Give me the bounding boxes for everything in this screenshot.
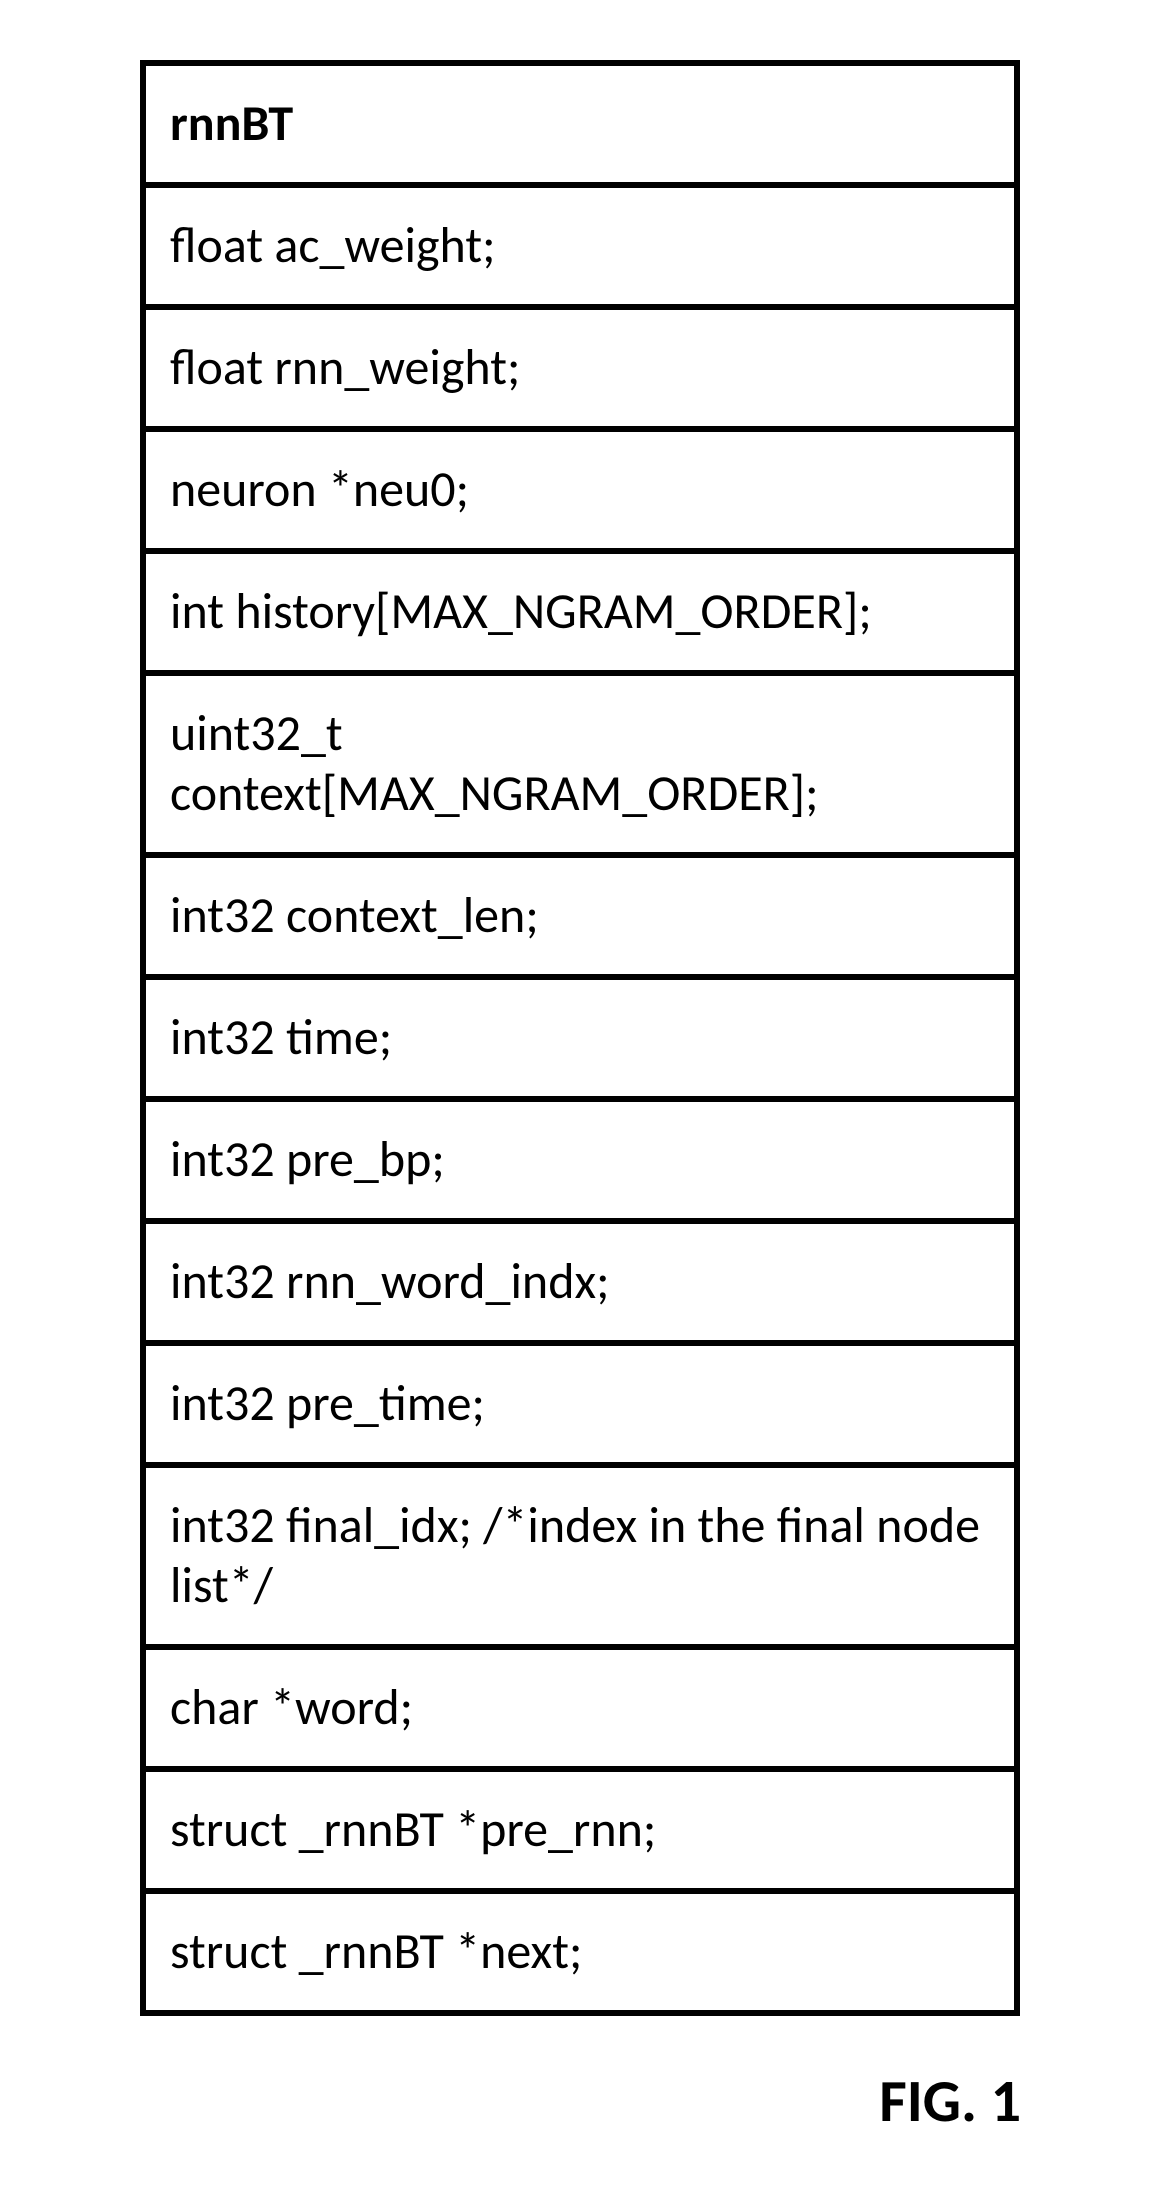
struct-member-row: int history[MAX_NGRAM_ORDER]; <box>146 554 1014 676</box>
struct-member-row: int32 pre_bp; <box>146 1102 1014 1224</box>
figure-label: FIG. 1 <box>879 2065 1021 2138</box>
struct-member-row: int32 time; <box>146 980 1014 1102</box>
struct-member: int32 rnn_word_indx; <box>170 1251 610 1312</box>
struct-member: int history[MAX_NGRAM_ORDER]; <box>170 581 872 642</box>
struct-member: neuron *neu0; <box>170 459 469 520</box>
struct-member: float ac_weight; <box>170 215 496 276</box>
struct-member: char *word; <box>170 1677 413 1738</box>
struct-name-row: rnnBT <box>146 66 1014 188</box>
struct-member: float rnn_weight; <box>170 337 520 398</box>
struct-member: int32 time; <box>170 1007 392 1068</box>
struct-member-row: int32 final_idx; /*index in the final no… <box>146 1468 1014 1650</box>
struct-name: rnnBT <box>170 93 293 154</box>
struct-member-row: neuron *neu0; <box>146 432 1014 554</box>
struct-member-row: struct _rnnBT *pre_rnn; <box>146 1772 1014 1894</box>
struct-member: uint32_t context[MAX_NGRAM_ORDER]; <box>170 703 819 824</box>
struct-member-row: struct _rnnBT *next; <box>146 1894 1014 2010</box>
struct-member: struct _rnnBT *next; <box>170 1921 582 1982</box>
page: rnnBT float ac_weight; float rnn_weight;… <box>0 0 1161 2016</box>
struct-member: struct _rnnBT *pre_rnn; <box>170 1799 656 1860</box>
struct-member-row: int32 context_len; <box>146 858 1014 980</box>
struct-member-row: int32 rnn_word_indx; <box>146 1224 1014 1346</box>
struct-member: int32 pre_time; <box>170 1373 485 1434</box>
struct-table: rnnBT float ac_weight; float rnn_weight;… <box>140 60 1020 2016</box>
struct-member-row: int32 pre_time; <box>146 1346 1014 1468</box>
struct-member: int32 final_idx; /*index in the final no… <box>170 1495 980 1616</box>
struct-member: int32 pre_bp; <box>170 1129 445 1190</box>
struct-member-row: uint32_t context[MAX_NGRAM_ORDER]; <box>146 676 1014 858</box>
struct-member-row: float ac_weight; <box>146 188 1014 310</box>
struct-member-row: float rnn_weight; <box>146 310 1014 432</box>
struct-member-row: char *word; <box>146 1650 1014 1772</box>
struct-member: int32 context_len; <box>170 885 539 946</box>
